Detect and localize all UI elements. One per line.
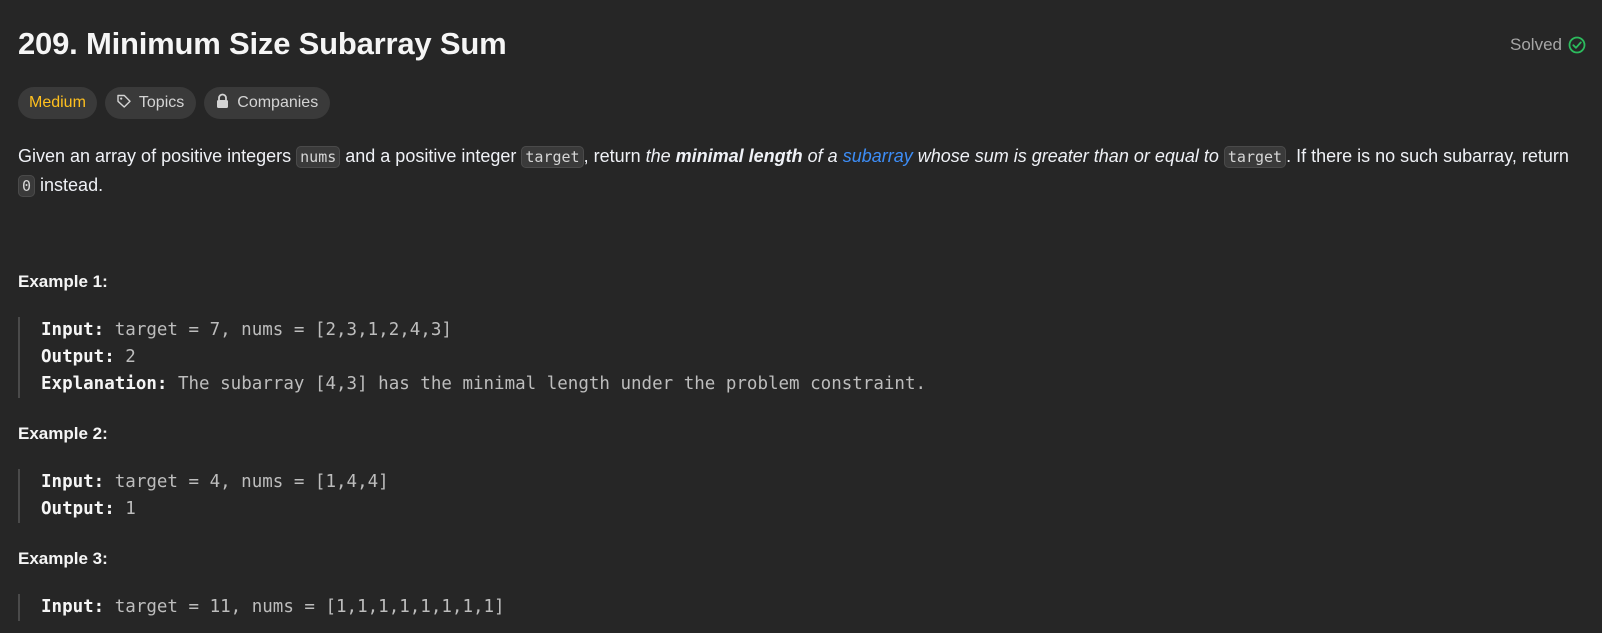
difficulty-badge: Medium xyxy=(18,87,97,119)
solved-status: Solved xyxy=(1510,35,1586,55)
subarray-link[interactable]: subarray xyxy=(843,146,913,166)
code-zero: 0 xyxy=(18,175,36,197)
explanation-value: The subarray [4,3] has the minimal lengt… xyxy=(167,374,927,394)
desc-text: Given an array of positive integers xyxy=(18,146,297,166)
example-1-title: Example 1: xyxy=(18,272,108,291)
output-label: Output: xyxy=(41,499,115,519)
example-1-block: Input: target = 7, nums = [2,3,1,2,4,3] … xyxy=(18,317,926,398)
desc-text: , return xyxy=(583,146,646,166)
example-3-title: Example 3: xyxy=(18,549,108,568)
input-label: Input: xyxy=(41,472,105,492)
tag-icon xyxy=(116,93,132,114)
problem-description: Given an array of positive integers nums… xyxy=(18,142,1578,200)
desc-text: instead. xyxy=(35,175,104,195)
difficulty-label: Medium xyxy=(29,94,86,111)
desc-emphasis: whose sum is greater than or equal to xyxy=(912,146,1224,166)
lock-icon xyxy=(215,93,230,114)
input-value: target = 7, nums = [2,3,1,2,4,3] xyxy=(104,320,452,340)
companies-label: Companies xyxy=(237,94,319,111)
code-target: target xyxy=(521,146,584,168)
input-value: target = 4, nums = [1,4,4] xyxy=(104,472,389,492)
output-value: 2 xyxy=(114,347,136,367)
input-value: target = 11, nums = [1,1,1,1,1,1,1,1] xyxy=(104,597,505,617)
desc-text: and a positive integer xyxy=(340,146,522,166)
desc-text: . If there is no such subarray, return xyxy=(1286,146,1569,166)
code-nums: nums xyxy=(296,146,341,168)
output-value: 1 xyxy=(114,499,136,519)
tag-bar: Medium Topics Companies xyxy=(18,87,331,119)
output-label: Output: xyxy=(41,347,115,367)
solved-label: Solved xyxy=(1510,35,1562,54)
input-label: Input: xyxy=(41,597,105,617)
desc-emphasis: the xyxy=(645,146,676,166)
desc-emphasis: of a xyxy=(802,146,843,166)
check-circle-icon xyxy=(1568,36,1586,54)
example-2-title: Example 2: xyxy=(18,424,108,443)
topics-label: Topics xyxy=(138,94,185,111)
code-target: target xyxy=(1223,146,1287,168)
explanation-label: Explanation: xyxy=(41,374,168,394)
desc-strong: minimal length xyxy=(675,146,803,166)
problem-title: 209. Minimum Size Subarray Sum xyxy=(18,26,507,61)
companies-button[interactable]: Companies xyxy=(204,87,331,119)
example-3-block: Input: target = 11, nums = [1,1,1,1,1,1,… xyxy=(18,594,505,621)
input-label: Input: xyxy=(41,320,105,340)
topics-button[interactable]: Topics xyxy=(104,87,197,119)
example-2-block: Input: target = 4, nums = [1,4,4] Output… xyxy=(18,469,389,523)
